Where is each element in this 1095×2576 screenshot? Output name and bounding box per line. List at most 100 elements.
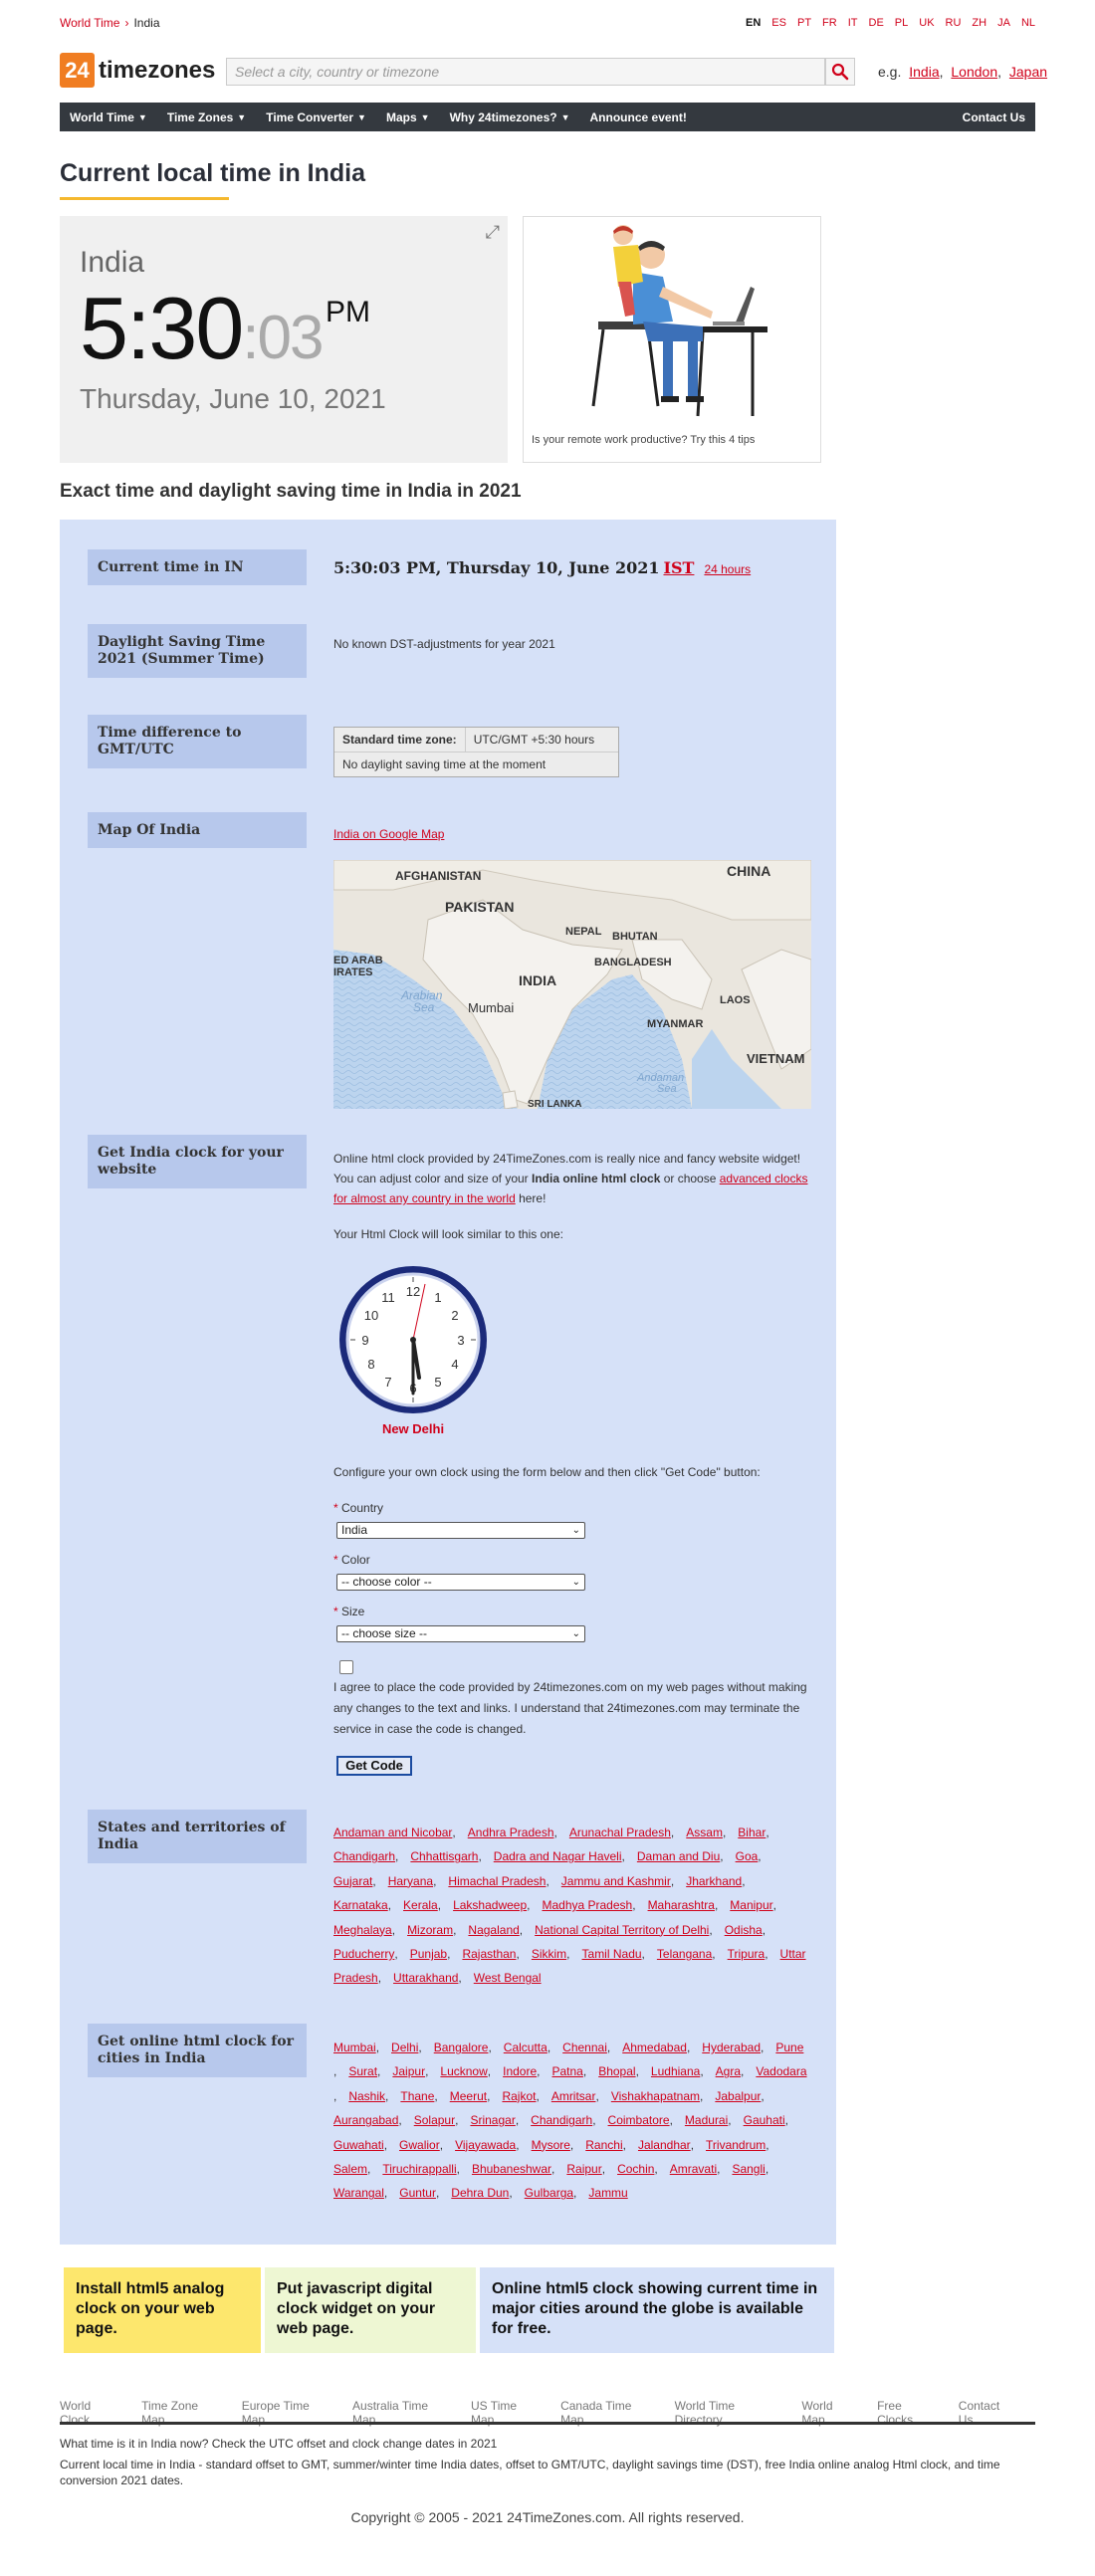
state-link[interactable]: Daman and Diu (637, 1849, 734, 1863)
city-link[interactable]: Indore (503, 2064, 549, 2078)
example-japan[interactable]: Japan (1009, 64, 1047, 80)
agree-checkbox[interactable] (339, 1660, 353, 1674)
city-link[interactable]: Guwahati (333, 2138, 397, 2152)
nav-contact[interactable]: Contact Us (953, 110, 1035, 124)
city-link[interactable]: Ranchi (585, 2138, 636, 2152)
lang-uk[interactable]: UK (919, 17, 934, 29)
breadcrumb-world-time[interactable]: World Time (60, 16, 119, 30)
city-link[interactable]: Guntur (399, 2186, 449, 2200)
state-link[interactable]: Rajasthan (462, 1947, 529, 1961)
city-link[interactable]: Agra (716, 2064, 755, 2078)
city-link[interactable]: Hyderabad (702, 2040, 773, 2054)
city-link[interactable]: Mysore (532, 2138, 584, 2152)
city-link[interactable]: Ahmedabad (622, 2040, 700, 2054)
state-link[interactable]: Jharkhand (686, 1874, 755, 1888)
state-link[interactable]: Uttarakhand (393, 1971, 472, 1985)
size-select[interactable]: -- choose size -- ⌄ (336, 1625, 585, 1642)
city-link[interactable]: Raipur (566, 2162, 615, 2176)
state-link[interactable]: Madhya Pradesh (542, 1898, 645, 1912)
state-link[interactable]: Gujarat (333, 1874, 386, 1888)
nav-time-converter[interactable]: Time Converter ▼ (256, 110, 376, 124)
state-link[interactable]: Haryana (388, 1874, 447, 1888)
lang-fr[interactable]: FR (822, 17, 837, 29)
city-link[interactable]: Amritsar (551, 2089, 609, 2103)
search-input[interactable]: Select a city, country or timezone (226, 58, 825, 86)
state-link[interactable]: Maharashtra (648, 1898, 729, 1912)
city-link[interactable]: Solapur (414, 2113, 469, 2127)
state-link[interactable]: Manipur (730, 1898, 786, 1912)
promo-analog-clock[interactable]: Install html5 analog clock on your web p… (64, 2267, 261, 2353)
state-link[interactable]: Dadra and Nagar Haveli (494, 1849, 635, 1863)
city-link[interactable]: Patna (552, 2064, 597, 2078)
city-link[interactable]: Chennai (562, 2040, 620, 2054)
city-link[interactable]: Jaipur (392, 2064, 438, 2078)
city-link[interactable]: Bangalore (434, 2040, 502, 2054)
city-link[interactable]: Surat (348, 2064, 390, 2078)
city-link[interactable]: Amravati (670, 2162, 731, 2176)
lang-zh[interactable]: ZH (972, 17, 986, 29)
nav-world-time[interactable]: World Time ▼ (60, 110, 157, 124)
ad-banner[interactable]: Is your remote work productive? Try this… (523, 216, 821, 463)
nav-announce[interactable]: Announce event! (580, 110, 697, 124)
lang-nl[interactable]: NL (1021, 17, 1035, 29)
city-link[interactable]: Chandigarh (531, 2113, 605, 2127)
example-india[interactable]: India (909, 64, 939, 80)
state-link[interactable]: Himachal Pradesh (448, 1874, 558, 1888)
city-link[interactable]: Mumbai (333, 2040, 389, 2054)
city-link[interactable]: Lucknow (440, 2064, 501, 2078)
city-link[interactable]: Cochin (617, 2162, 668, 2176)
state-link[interactable]: Kerala (403, 1898, 451, 1912)
state-link[interactable]: West Bengal (474, 1971, 542, 1985)
city-link[interactable]: Calcutta (504, 2040, 560, 2054)
state-link[interactable]: Odisha (725, 1923, 775, 1937)
country-select[interactable]: India ⌄ (336, 1522, 585, 1539)
state-link[interactable]: Mizoram (407, 1923, 466, 1937)
search-button[interactable] (825, 58, 855, 86)
city-link[interactable]: Bhubaneshwar (472, 2162, 564, 2176)
city-link[interactable]: Jammu (588, 2186, 627, 2200)
nav-time-zones[interactable]: Time Zones ▼ (157, 110, 256, 124)
fullscreen-icon[interactable]: ⤢ (486, 222, 500, 243)
state-link[interactable]: Lakshadweep (453, 1898, 540, 1912)
city-link[interactable]: Salem (333, 2162, 380, 2176)
state-link[interactable]: Jammu and Kashmir (561, 1874, 684, 1888)
state-link[interactable]: Karnataka (333, 1898, 401, 1912)
color-select[interactable]: -- choose color -- ⌄ (336, 1574, 585, 1591)
lang-ja[interactable]: JA (997, 17, 1010, 29)
city-link[interactable]: Madurai (685, 2113, 742, 2127)
state-link[interactable]: Chhattisgarh (410, 1849, 491, 1863)
state-link[interactable]: Andhra Pradesh (468, 1825, 567, 1839)
state-link[interactable]: Puducherry (333, 1947, 408, 1961)
lang-es[interactable]: ES (771, 17, 786, 29)
city-link[interactable]: Vishakhapatnam (611, 2089, 714, 2103)
state-link[interactable]: Chandigarh (333, 1849, 408, 1863)
city-link[interactable]: Rajkot (502, 2089, 548, 2103)
state-link[interactable]: Sikkim (532, 1947, 580, 1961)
city-link[interactable]: Vijayawada (455, 2138, 530, 2152)
city-link[interactable]: Delhi (391, 2040, 432, 2054)
state-link[interactable]: Goa (736, 1849, 771, 1863)
google-map-link[interactable]: India on Google Map (333, 827, 444, 841)
state-link[interactable]: Telangana (657, 1947, 726, 1961)
lang-ru[interactable]: RU (946, 17, 962, 29)
state-link[interactable]: Assam (686, 1825, 736, 1839)
city-link[interactable]: Coimbatore (608, 2113, 683, 2127)
city-link[interactable]: Ludhiana (651, 2064, 714, 2078)
lang-de[interactable]: DE (869, 17, 884, 29)
24-hours-link[interactable]: 24 hours (704, 562, 751, 576)
state-link[interactable]: Nagaland (468, 1923, 533, 1937)
state-link[interactable]: National Capital Territory of Delhi (535, 1923, 723, 1937)
city-link[interactable]: Gauhati (744, 2113, 798, 2127)
city-link[interactable]: Jalandhar (638, 2138, 704, 2152)
promo-digital-clock[interactable]: Put javascript digital clock widget on y… (265, 2267, 476, 2353)
city-link[interactable]: Sangli (732, 2162, 778, 2176)
city-link[interactable]: Aurangabad (333, 2113, 412, 2127)
get-code-button[interactable]: Get Code (336, 1756, 412, 1776)
city-link[interactable]: Thane (400, 2089, 447, 2103)
ist-link[interactable]: IST (663, 558, 694, 577)
state-link[interactable]: Meghalaya (333, 1923, 405, 1937)
city-link[interactable]: Nashik (348, 2089, 398, 2103)
lang-en[interactable]: EN (746, 17, 761, 29)
site-logo[interactable]: 24 timezones (60, 53, 215, 88)
city-link[interactable]: Jabalpur (715, 2089, 773, 2103)
